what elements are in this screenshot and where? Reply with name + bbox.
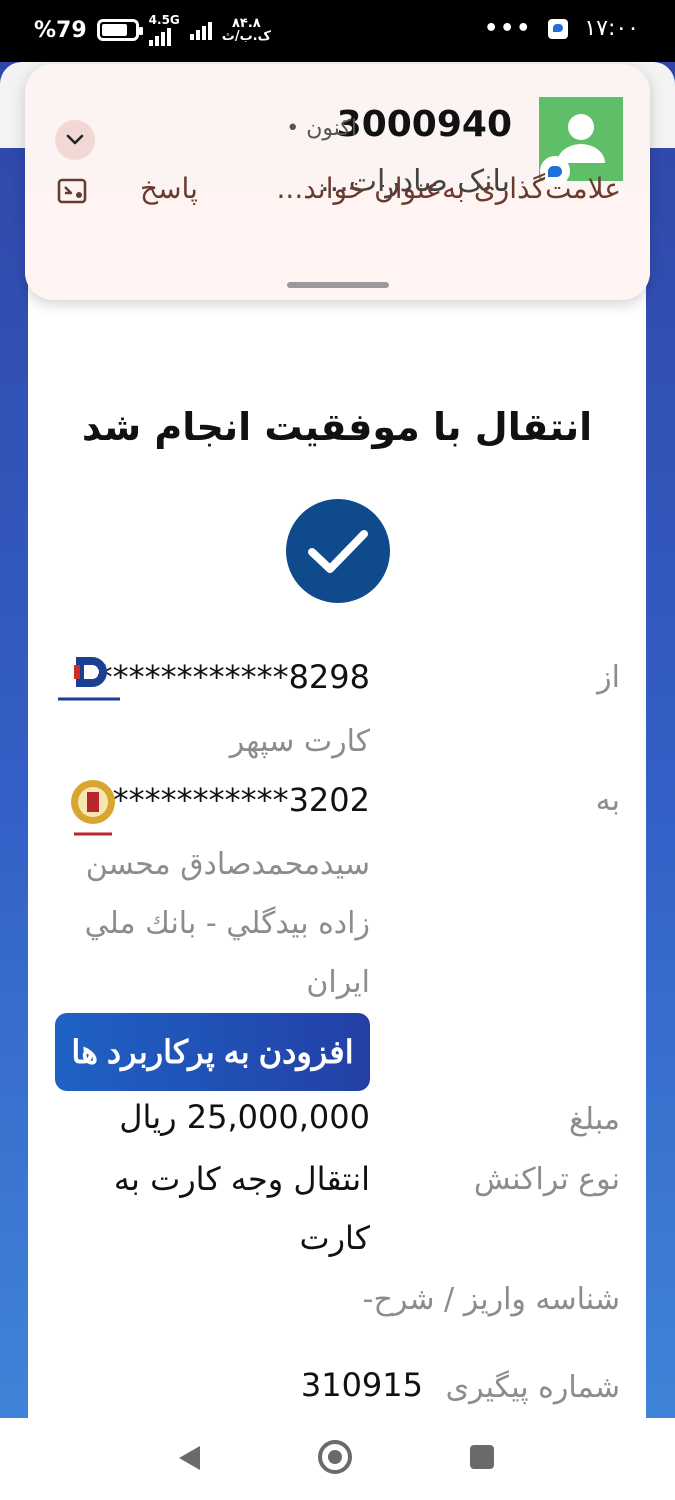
notification-time: اکنون • <box>286 116 357 141</box>
bank-melli-logo <box>68 778 118 840</box>
notification-drag-handle[interactable] <box>287 282 389 288</box>
battery-fill <box>101 24 127 36</box>
deposit-id-row: شناسه واریز / شرح- <box>363 1282 620 1317</box>
reply-action[interactable]: پاسخ <box>140 172 198 205</box>
from-card-number: ************8298 <box>96 658 370 696</box>
home-icon[interactable] <box>318 1440 352 1474</box>
recent-apps-icon[interactable] <box>470 1445 494 1469</box>
amount-value: 25,000,000 ریال <box>119 1098 370 1136</box>
notification-separator: • <box>286 116 300 141</box>
notification-time-value: اکنون <box>306 116 357 141</box>
battery-percent-value: 79 <box>56 17 87 43</box>
battery-percent-sign: % <box>34 17 57 43</box>
deposit-id-value: - <box>362 1282 374 1317</box>
to-owner-line3: ایران <box>306 965 370 1000</box>
status-left: %79 4.5G ۸۴.۸ ک.ب/ث <box>34 14 271 46</box>
deposit-id-label: شناسه واریز / شرح <box>373 1282 620 1317</box>
to-card-number: ************3202 <box>96 781 370 819</box>
transaction-type-label: نوع تراکنش <box>473 1162 620 1197</box>
system-navigation-bar <box>0 1418 675 1500</box>
clock: ۱۷:۰۰ <box>584 16 639 41</box>
success-title: انتقال با موفقیت انجام شد <box>81 405 593 449</box>
to-owner-line1: سیدمحمدصادق محسن <box>85 847 370 882</box>
amount-unit: ریال <box>119 1098 177 1136</box>
more-notifications-icon: ••• <box>484 16 533 41</box>
transaction-type-line1: انتقال وجه کارت به <box>113 1160 370 1198</box>
signal-strength-icon-2 <box>189 20 212 40</box>
add-to-favorites-button[interactable]: افزودن به پرکاربرد ها <box>55 1013 370 1091</box>
network-block: 4.5G <box>148 13 180 46</box>
mark-read-icon[interactable] <box>57 176 87 206</box>
transaction-type-line2: کارت <box>299 1219 370 1257</box>
expand-chevron-icon[interactable] <box>55 120 95 160</box>
status-bar: %79 4.5G ۸۴.۸ ک.ب/ث ••• ۱۷:۰۰ <box>0 0 675 62</box>
message-notification-icon <box>548 18 569 39</box>
back-icon[interactable] <box>176 1444 202 1476</box>
bank-saderat-logo <box>54 655 124 707</box>
data-speed-block: ۸۴.۸ ک.ب/ث <box>222 17 271 43</box>
battery-percent: %79 <box>34 18 87 43</box>
success-check-icon <box>286 499 390 603</box>
to-label: به <box>595 783 620 818</box>
amount-number: 25,000,000 <box>186 1098 370 1136</box>
mark-as-read-action[interactable]: علامت‌گذاری به‌عنوان خواند... <box>277 172 621 205</box>
amount-label: مبلغ <box>568 1102 620 1137</box>
battery-icon <box>96 19 143 41</box>
to-owner-line2: زاده بیدگلي - بانك ملي <box>84 906 370 941</box>
sms-notification[interactable]: 3000940 اکنون • بانک صادرات... علامت‌گذا… <box>25 64 650 300</box>
tracking-number: 310915 <box>300 1366 423 1404</box>
network-type: 4.5G <box>148 13 180 27</box>
status-right: ••• ۱۷:۰۰ <box>484 16 639 41</box>
tracking-label: شماره پیگیری <box>445 1370 620 1405</box>
from-card-type: کارت سپهر <box>229 724 370 759</box>
data-speed-unit: ک.ب/ث <box>221 29 271 44</box>
notification-sender: 3000940 <box>336 104 512 145</box>
signal-strength-icon <box>148 26 180 46</box>
from-label: از <box>597 660 620 695</box>
